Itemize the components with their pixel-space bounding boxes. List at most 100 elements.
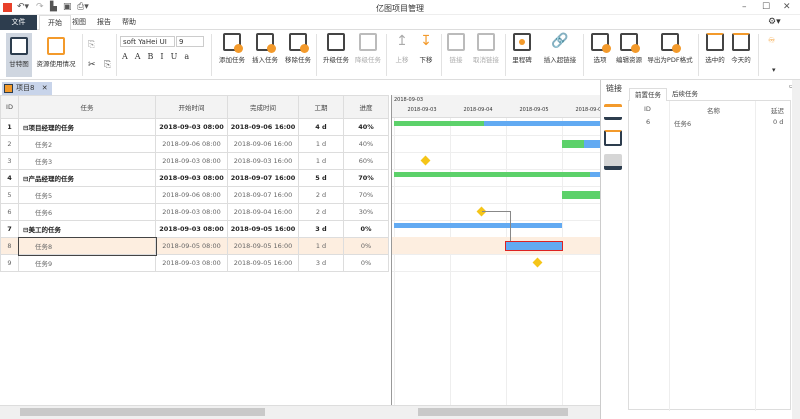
cell-task[interactable]: ⊟美工的任务 [18, 220, 156, 238]
table-row[interactable]: 6 任务6 2018-09-03 08:00 2018-09-04 16:00 2 d 3… [0, 203, 389, 221]
cell-id[interactable]: 7 [0, 220, 19, 238]
cell-progress[interactable]: 40% [343, 135, 389, 153]
task-list-icon[interactable] [604, 104, 622, 120]
panel-scrollbar[interactable] [792, 80, 800, 419]
insert-task-button[interactable]: 插入任务 [249, 33, 281, 64]
cell-progress[interactable]: 70% [343, 169, 389, 187]
cell-id[interactable]: 5 [0, 186, 19, 204]
cell-progress[interactable]: 30% [343, 203, 389, 221]
options-button[interactable]: 选项 [587, 33, 613, 64]
cell-finish[interactable]: 2018-09-04 16:00 [227, 203, 299, 221]
table-row[interactable]: 1 ⊟项目经理的任务 2018-09-03 08:00 2018-09-06 16:0… [0, 118, 389, 136]
column-header[interactable]: 完成时间 [227, 95, 299, 119]
hyperlink-button[interactable]: 🔗 插入超链接 [540, 33, 580, 64]
cell-duration[interactable]: 5 d [298, 169, 344, 187]
paste-icon[interactable]: ⎘ [104, 60, 111, 70]
cell-id[interactable]: 9 [0, 254, 19, 272]
tab-predecessor[interactable]: 前置任务 [629, 88, 667, 101]
cell-id[interactable]: 4 [0, 169, 19, 187]
table-row[interactable]: 9 任务9 2018-09-03 08:00 2018-09-05 16:00 3 d 0… [0, 254, 389, 272]
cell-duration[interactable]: 1 d [298, 135, 344, 153]
column-header[interactable]: 工期 [298, 95, 344, 119]
remove-task-button[interactable]: 移除任务 [282, 33, 314, 64]
cell-start[interactable]: 2018-09-06 08:00 [155, 186, 228, 204]
cell-task[interactable]: 任务8 [17, 236, 157, 256]
downgrade-task-button[interactable]: 降级任务 [352, 33, 384, 64]
cell-id[interactable]: 3 [0, 152, 19, 170]
add-task-button[interactable]: 添加任务 [216, 33, 248, 64]
cell-finish[interactable]: 2018-09-06 16:00 [227, 135, 299, 153]
cell-task[interactable]: 任务9 [18, 254, 156, 272]
cell-progress[interactable]: 70% [343, 186, 389, 204]
today-button[interactable]: 今天的 [728, 33, 754, 64]
move-down-button[interactable]: ↧ 下移 [414, 33, 438, 64]
cell-progress[interactable]: 0% [343, 220, 389, 238]
cell-start[interactable]: 2018-09-06 08:00 [155, 135, 228, 153]
cell-start[interactable]: 2018-09-03 08:00 [155, 118, 228, 136]
cell-finish[interactable]: 2018-09-05 16:00 [227, 254, 299, 272]
column-header[interactable]: ID [0, 95, 19, 119]
tab-successor[interactable]: 后续任务 [667, 88, 703, 101]
export-pdf-button[interactable]: 导出为PDF格式 [645, 33, 695, 64]
cell-start[interactable]: 2018-09-05 08:00 [155, 237, 228, 255]
table-row[interactable]: 8 任务8 2018-09-05 08:00 2018-09-05 16:00 1 d 0… [0, 236, 389, 256]
table-row[interactable]: 7 ⊟美工的任务 2018-09-03 08:00 2018-09-05 16:00 3… [0, 220, 389, 238]
cell-start[interactable]: 2018-09-03 08:00 [155, 152, 228, 170]
edit-resource-button[interactable]: 编辑资源 [613, 33, 645, 64]
font-size-select[interactable]: 9 [176, 36, 204, 47]
copy-icon[interactable]: ⎘ [88, 40, 95, 50]
column-header[interactable]: 进度 [343, 95, 389, 119]
table-scrollbar-thumb[interactable] [20, 408, 265, 416]
cell-finish[interactable]: 2018-09-03 16:00 [227, 152, 299, 170]
doc-tab-project8[interactable]: 项目8 ✕ [2, 82, 52, 95]
cell-task[interactable]: 任务2 [18, 135, 156, 153]
cell-task[interactable]: 任务6 [18, 203, 156, 221]
close-button[interactable]: ✕ [783, 2, 791, 12]
ribbon-more-icon[interactable]: ▾ [772, 66, 776, 74]
font-format-buttons[interactable]: AABIUa [122, 52, 196, 61]
find-icon[interactable]: ♾ [768, 36, 775, 45]
cell-start[interactable]: 2018-09-03 08:00 [155, 220, 228, 238]
cell-duration[interactable]: 4 d [298, 118, 344, 136]
cell-finish[interactable]: 2018-09-05 16:00 [227, 237, 299, 255]
column-header[interactable]: 开始时间 [155, 95, 228, 119]
milestone-button[interactable]: 里程碑 [509, 33, 535, 64]
cell-finish[interactable]: 2018-09-07 16:00 [227, 186, 299, 204]
cell-progress[interactable]: 0% [343, 254, 389, 272]
cell-finish[interactable]: 2018-09-05 16:00 [227, 220, 299, 238]
cell-progress[interactable]: 60% [343, 152, 389, 170]
cell-task[interactable]: 任务5 [18, 186, 156, 204]
font-name-select[interactable]: soft YaHei UI [120, 36, 175, 47]
move-up-button[interactable]: ↥ 上移 [390, 33, 414, 64]
tab-help[interactable]: 帮助 [114, 15, 144, 30]
link-button[interactable]: 链接 [444, 33, 468, 64]
file-menu[interactable]: 文件 [0, 15, 37, 30]
cell-duration[interactable]: 1 d [298, 237, 344, 255]
cell-start[interactable]: 2018-09-03 08:00 [155, 254, 228, 272]
cell-progress[interactable]: 40% [343, 118, 389, 136]
briefcase-icon[interactable] [604, 130, 622, 146]
minimize-button[interactable]: – [742, 2, 747, 12]
cell-start[interactable]: 2018-09-03 08:00 [155, 169, 228, 187]
cell-duration[interactable]: 3 d [298, 254, 344, 272]
cell-duration[interactable]: 3 d [298, 220, 344, 238]
table-row[interactable]: 4 ⊟产品经理的任务 2018-09-03 08:00 2018-09-07 16:0… [0, 169, 389, 187]
close-tab-icon[interactable]: ✕ [42, 84, 48, 92]
cell-task[interactable]: 任务3 [18, 152, 156, 170]
resource-usage-button[interactable]: 资源使用情况 [34, 33, 78, 68]
gantt-view-button[interactable]: 甘特图 [6, 33, 32, 77]
cell-id[interactable]: 6 [0, 203, 19, 221]
cell-id[interactable]: 2 [0, 135, 19, 153]
table-row[interactable]: 5 任务5 2018-09-06 08:00 2018-09-07 16:00 2 d 7… [0, 186, 389, 204]
cut-icon[interactable]: ✂ [88, 60, 96, 70]
selected-button[interactable]: 选中的 [702, 33, 728, 64]
cell-duration[interactable]: 2 d [298, 186, 344, 204]
gantt-scrollbar-thumb[interactable] [418, 408, 568, 416]
unlink-button[interactable]: 取消链接 [469, 33, 503, 64]
cell-finish[interactable]: 2018-09-07 16:00 [227, 169, 299, 187]
table-row[interactable]: 3 任务3 2018-09-03 08:00 2018-09-03 16:00 1 d 6… [0, 152, 389, 170]
cell-task[interactable]: ⊟产品经理的任务 [18, 169, 156, 187]
cell-finish[interactable]: 2018-09-06 16:00 [227, 118, 299, 136]
cell-task[interactable]: ⊟项目经理的任务 [18, 118, 156, 136]
maximize-button[interactable]: ☐ [762, 2, 770, 12]
